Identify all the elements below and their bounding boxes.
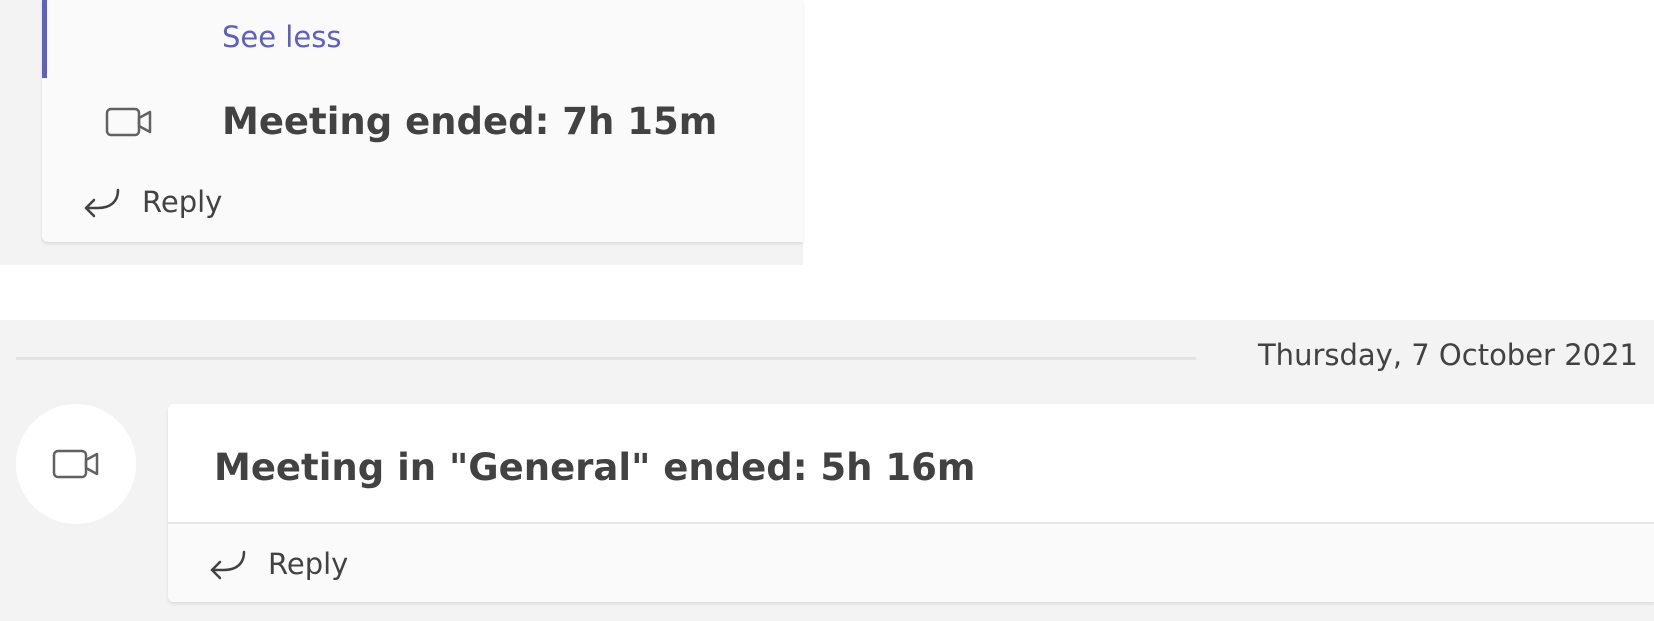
- meeting-ended-message: Meeting in "General" ended: 5h 16m: [214, 446, 976, 489]
- reply-arrow-icon: [210, 550, 246, 580]
- previous-thread-card: See less Meeting ended: 7h 15m Reply: [42, 0, 803, 242]
- reply-button[interactable]: Reply: [206, 546, 348, 582]
- meeting-ended-message: Meeting ended: 7h 15m: [222, 100, 718, 143]
- see-less-link[interactable]: See less: [222, 20, 341, 54]
- reply-button[interactable]: Reply: [80, 184, 222, 220]
- meeting-avatar: [16, 404, 136, 524]
- video-camera-icon: [105, 107, 152, 137]
- reply-arrow-icon: [84, 188, 120, 218]
- reply-label: Reply: [268, 547, 349, 581]
- thread-accent-bar: [42, 0, 47, 78]
- reply-strip: [168, 524, 1654, 602]
- date-divider-label: Thursday, 7 October 2021: [1257, 338, 1638, 372]
- date-divider-line: [16, 357, 1196, 360]
- meeting-thread-card: Meeting in "General" ended: 5h 16m Reply: [168, 404, 1654, 602]
- reply-label: Reply: [142, 185, 223, 219]
- video-camera-icon: [52, 449, 99, 479]
